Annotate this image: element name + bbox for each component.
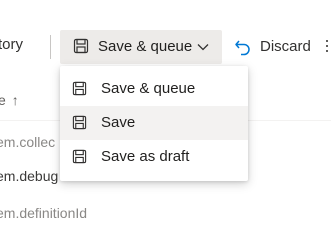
menu-item-save[interactable]: Save xyxy=(60,106,248,140)
column-header-label: e xyxy=(0,92,6,108)
table-row[interactable]: em.collec xyxy=(0,134,55,150)
more-options-icon[interactable] xyxy=(326,40,329,56)
save-dropdown-menu: Save & queue Save Save as draft xyxy=(60,66,248,181)
menu-item-label: Save & queue xyxy=(101,80,196,97)
save-icon xyxy=(72,81,87,101)
table-row[interactable]: em.debug xyxy=(0,168,58,184)
menu-item-save-as-draft[interactable]: Save as draft xyxy=(60,140,248,174)
menu-item-save-and-queue[interactable]: Save & queue xyxy=(60,72,248,106)
menu-item-label: Save as draft xyxy=(101,148,190,165)
toolbar-divider xyxy=(50,35,51,59)
save-icon xyxy=(72,149,87,169)
discard-label: Discard xyxy=(260,38,311,55)
sort-ascending-icon: ↑ xyxy=(11,92,19,108)
tab-history[interactable]: tory xyxy=(0,36,23,53)
save-icon xyxy=(72,115,87,135)
menu-item-label: Save xyxy=(101,114,136,131)
column-header-name[interactable]: e ↑ xyxy=(0,92,19,108)
chevron-down-icon xyxy=(196,40,210,59)
undo-icon xyxy=(234,38,252,61)
save-and-queue-button[interactable]: Save & queue xyxy=(60,30,222,64)
toolbar: tory Save & queue Discard xyxy=(0,0,331,64)
table-row[interactable]: em.definitionId xyxy=(0,205,87,221)
discard-button[interactable]: Discard xyxy=(232,30,317,64)
save-and-queue-label: Save & queue xyxy=(98,38,193,55)
save-icon xyxy=(73,38,89,59)
